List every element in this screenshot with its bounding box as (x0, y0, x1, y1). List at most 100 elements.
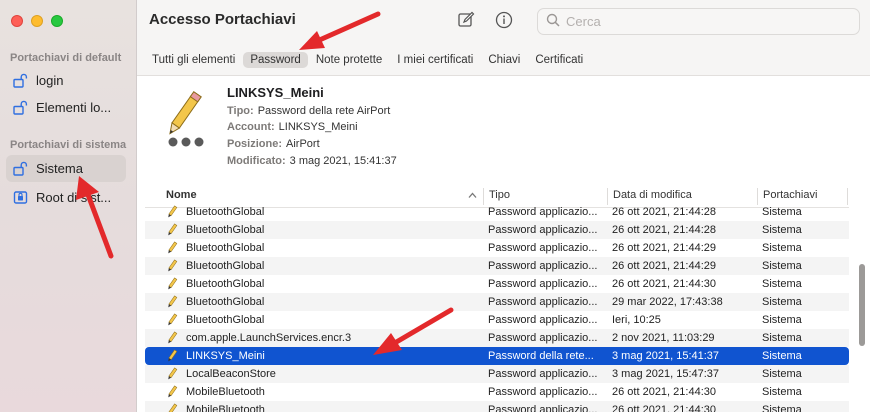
cell-type: Password applicazio... (488, 368, 598, 380)
sidebar-item-login[interactable]: login (6, 67, 126, 94)
locked-keychain-icon (12, 190, 28, 206)
table-row[interactable]: MobileBluetooth Password applicazio... 26 … (145, 401, 849, 412)
cell-type: Password applicazio... (488, 278, 598, 290)
table-row[interactable]: BluetoothGlobal Password applicazio... 29 … (145, 293, 849, 311)
window-title: Accesso Portachiavi (149, 11, 296, 28)
cell-name: MobileBluetooth (186, 404, 265, 412)
cell-date: 26 ott 2021, 21:44:30 (612, 278, 716, 290)
vertical-scrollbar[interactable] (859, 264, 865, 346)
cell-keychain: Sistema (762, 242, 802, 254)
password-pencil-icon (165, 259, 179, 273)
tab-certificates[interactable]: Certificati (528, 52, 590, 68)
cell-date: Ieri, 10:25 (612, 314, 661, 326)
password-pencil-icon (165, 403, 179, 412)
password-pencil-icon (165, 313, 179, 327)
cell-keychain: Sistema (762, 224, 802, 236)
cell-name: MobileBluetooth (186, 386, 265, 398)
password-pencil-icon (165, 277, 179, 291)
compose-icon (457, 11, 475, 32)
unlocked-padlock-icon (12, 161, 28, 177)
minimize-window-button[interactable] (31, 15, 43, 27)
cell-name: BluetoothGlobal (186, 314, 265, 326)
cell-type: Password applicazio... (488, 404, 598, 412)
table-row[interactable]: BluetoothGlobal Password applicazio... Ier… (145, 311, 849, 329)
tab-my-certificates[interactable]: I miei certificati (390, 52, 480, 68)
password-pencil-icon (165, 331, 179, 345)
cell-keychain: Sistema (762, 386, 802, 398)
column-header-date[interactable]: Data di modifica (613, 189, 692, 201)
cell-date: 26 ott 2021, 21:44:29 (612, 242, 716, 254)
password-pencil-icon (151, 87, 213, 149)
cell-type: Password applicazio... (488, 206, 598, 218)
cell-keychain: Sistema (762, 296, 802, 308)
sidebar-section-default: Portachiavi di default (10, 52, 122, 64)
sidebar-item-local-items[interactable]: Elementi lo... (6, 94, 126, 121)
cell-name: BluetoothGlobal (186, 224, 265, 236)
detail-account-value: LINKSYS_Meini (278, 121, 358, 133)
sort-chevron-up-icon (468, 191, 477, 203)
table-row[interactable]: LINKSYS_Meini Password della rete... 3 mag… (145, 347, 849, 365)
cell-type: Password della rete... (488, 350, 594, 362)
cell-date: 26 ott 2021, 21:44:28 (612, 224, 716, 236)
cell-date: 26 ott 2021, 21:44:30 (612, 386, 716, 398)
cell-type: Password applicazio... (488, 332, 598, 344)
item-name: LINKSYS_Meini (227, 85, 324, 100)
tab-keys[interactable]: Chiavi (481, 52, 527, 68)
table-row[interactable]: BluetoothGlobal Password applicazio... 26 … (145, 257, 849, 275)
detail-position-value: AirPort (286, 138, 320, 150)
toolbar: Accesso Portachiavi (137, 0, 870, 45)
table-row[interactable]: MobileBluetooth Password applicazio... 26 … (145, 383, 849, 401)
column-header-keychain[interactable]: Portachiavi (763, 189, 817, 201)
cell-keychain: Sistema (762, 206, 802, 218)
zoom-window-button[interactable] (51, 15, 63, 27)
cell-keychain: Sistema (762, 278, 802, 290)
sidebar-item-label: login (36, 73, 64, 88)
item-detail-panel: LINKSYS_Meini Tipo: Password della rete A… (137, 77, 870, 184)
column-header-type[interactable]: Tipo (489, 189, 510, 201)
column-header-name[interactable]: Nome (166, 189, 197, 201)
cell-keychain: Sistema (762, 404, 802, 412)
new-item-button[interactable] (454, 10, 478, 32)
search-field[interactable] (537, 8, 860, 35)
unlocked-padlock-icon (12, 73, 28, 89)
tab-secure-notes[interactable]: Note protette (309, 52, 389, 68)
close-window-button[interactable] (11, 15, 23, 27)
password-pencil-icon (165, 223, 179, 237)
password-pencil-icon (165, 385, 179, 399)
cell-date: 26 ott 2021, 21:44:30 (612, 404, 716, 412)
detail-position-row: Posizione: AirPort (227, 138, 320, 150)
detail-modified-label: Modificato: (227, 155, 286, 167)
cell-name: LINKSYS_Meini (186, 350, 265, 362)
cell-name: LocalBeaconStore (186, 368, 276, 380)
cell-name: com.apple.LaunchServices.encr.3 (186, 332, 352, 344)
cell-name: BluetoothGlobal (186, 260, 265, 272)
table-row[interactable]: BluetoothGlobal Password applicazio... 26 … (145, 275, 849, 293)
cell-type: Password applicazio... (488, 386, 598, 398)
sidebar-item-label: Sistema (36, 161, 83, 176)
table-row[interactable]: com.apple.LaunchServices.encr.3 Password … (145, 329, 849, 347)
table-row[interactable]: BluetoothGlobal Password applicazio... 26 … (145, 221, 849, 239)
password-pencil-icon (165, 349, 179, 363)
cell-keychain: Sistema (762, 260, 802, 272)
cell-name: BluetoothGlobal (186, 278, 265, 290)
category-tabs: Tutti gli elementi Password Note protett… (137, 45, 870, 76)
table-row[interactable]: LocalBeaconStore Password applicazio... 3 … (145, 365, 849, 383)
password-pencil-icon (165, 205, 179, 219)
search-icon (546, 13, 560, 30)
sidebar-section-system: Portachiavi di sistema (10, 139, 127, 151)
cell-date: 26 ott 2021, 21:44:28 (612, 206, 716, 218)
info-button[interactable] (492, 10, 516, 32)
cell-type: Password applicazio... (488, 314, 598, 326)
table-row[interactable]: BluetoothGlobal Password applicazio... 26 … (145, 239, 849, 257)
cell-name: BluetoothGlobal (186, 206, 265, 218)
unlocked-padlock-icon (12, 100, 28, 116)
password-pencil-icon (165, 367, 179, 381)
cell-name: BluetoothGlobal (186, 296, 265, 308)
tab-passwords[interactable]: Password (243, 52, 308, 68)
sidebar-item-system-roots[interactable]: Root di sist... (6, 184, 126, 211)
sidebar-item-system[interactable]: Sistema (6, 155, 126, 182)
search-input[interactable] (566, 14, 846, 29)
tab-all-items[interactable]: Tutti gli elementi (145, 52, 242, 68)
table-row[interactable]: BluetoothGlobal Password applicazio... 26 … (145, 203, 849, 221)
sidebar-item-label: Elementi lo... (36, 100, 112, 115)
